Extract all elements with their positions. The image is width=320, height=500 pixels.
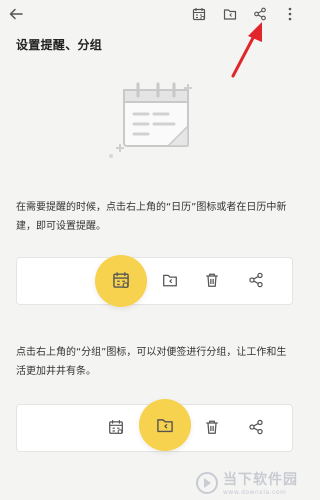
folder-icon[interactable]	[160, 270, 180, 290]
calendar-icon[interactable]	[111, 270, 131, 290]
reminder-instruction-text: 在需要提醒的时候，点击右上角的“日历”图标或者在日历中新建，即可设置提醒。	[16, 202, 287, 232]
calendar-icon[interactable]	[106, 417, 126, 437]
trash-icon[interactable]	[202, 417, 222, 437]
watermark-logo-icon	[196, 471, 218, 494]
share-icon[interactable]	[246, 417, 266, 437]
calendar-illustration-icon	[109, 82, 192, 158]
watermark-text: 当下软件园	[223, 472, 298, 488]
watermark: 当下软件园 www.downxia.com	[195, 469, 298, 496]
share-icon[interactable]	[246, 270, 266, 290]
trash-icon[interactable]	[202, 270, 222, 290]
folder-icon[interactable]	[155, 415, 175, 435]
page-title: 设置提醒、分组	[16, 38, 103, 52]
group-instruction-text: 点击右上角的“分组”图标，可以对便签进行分组，让工作和生活更加井井有条。	[16, 347, 287, 377]
watermark-sub: www.downxia.com	[223, 489, 287, 496]
